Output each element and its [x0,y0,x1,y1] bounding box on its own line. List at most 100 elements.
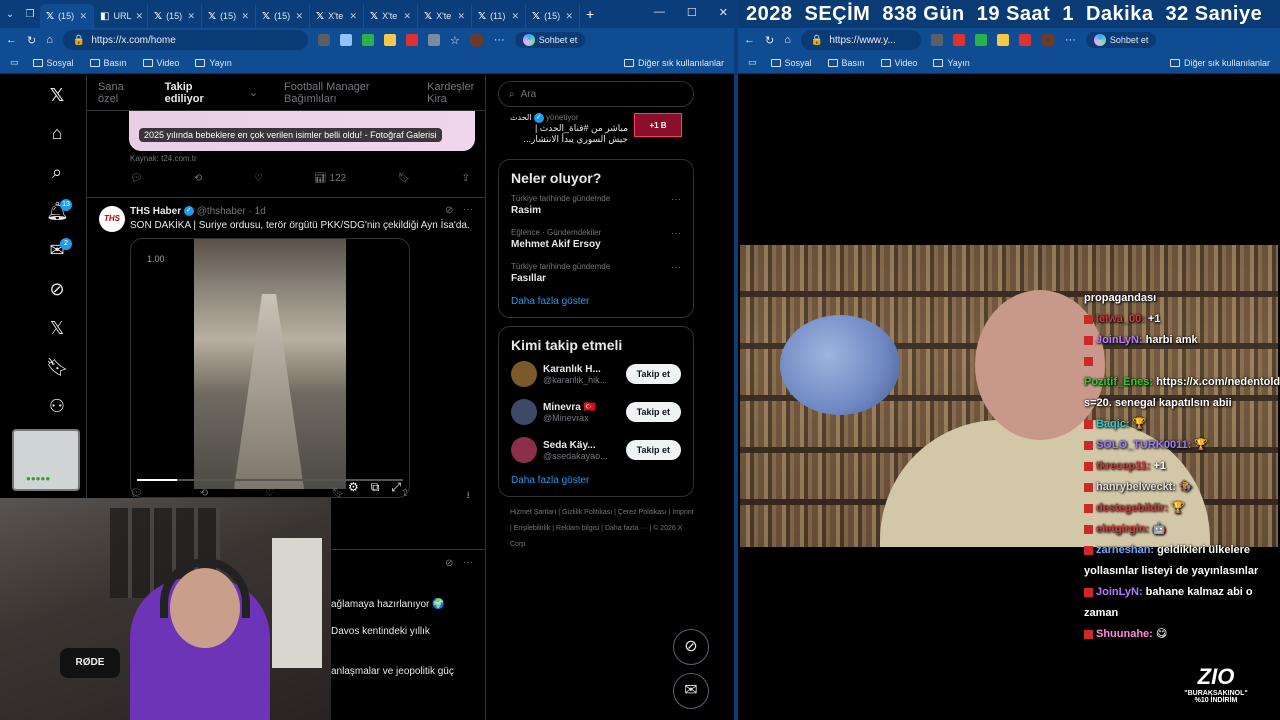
chat-username[interactable]: zarneshan: [1096,544,1154,556]
follow-button[interactable]: Takip et [625,440,681,460]
video-player[interactable]: 1.00 ⚙ ⧉ ⤢ [130,238,410,498]
other-favorites[interactable]: Diğer sık kullanılanlar [1169,58,1270,68]
avatar[interactable] [511,361,537,387]
favorites-icon[interactable]: ☆ [450,34,460,47]
legal-link[interactable]: Gizlilik Politikası [562,509,612,516]
close-tab-icon[interactable]: ✕ [187,11,195,22]
legal-link[interactable]: Hizmet Şartları [510,509,556,516]
favorite-folder[interactable]: Basın [89,58,127,68]
home-icon[interactable]: ⌂ [784,34,791,46]
author-handle[interactable]: @thshaber [197,206,246,217]
browser-tab[interactable]: 𝕏 (15) ✕ [202,4,256,28]
chat-username[interactable]: destegebildir: [1096,502,1168,514]
chat-username[interactable]: eletgirgin: [1096,523,1149,535]
home-icon[interactable]: ⌂ [46,34,53,46]
share-icon[interactable]: ⇪ [462,173,470,184]
chat-username[interactable]: Pozitif_Enes: [1084,376,1153,388]
chat-username[interactable]: Shuunahe: [1096,628,1153,640]
legal-link[interactable]: Imprint [672,509,693,516]
close-tab-icon[interactable]: ✕ [135,11,143,22]
account-name[interactable]: Minevra 🇹🇷 [543,402,596,413]
refresh-icon[interactable]: ↻ [27,34,36,47]
close-window-button[interactable]: ✕ [719,6,728,19]
favorite-folder[interactable]: Sosyal [770,58,812,68]
avatar[interactable] [511,399,537,425]
timeline-tab[interactable]: Football Manager Bağımlıları [284,81,401,105]
author-name[interactable]: THS Haber [130,206,181,217]
workspaces-icon[interactable]: ❐ [20,9,40,20]
extension-icon[interactable] [952,34,965,46]
minimize-button[interactable]: — [654,6,665,19]
browser-tab[interactable]: 𝕏 (11) ✕ [472,4,526,28]
like-icon[interactable]: ♡ [254,173,263,184]
favorite-folder[interactable]: Yayın [195,58,232,68]
favorite-folder[interactable]: Video [880,58,917,68]
floating-app-thumbnail[interactable]: ●●●●● [12,429,80,491]
browser-tab[interactable]: 𝕏 X'te ✕ [364,4,418,28]
browser-tab[interactable]: ◧ URL ✕ [94,4,148,28]
refresh-icon[interactable]: ↻ [765,34,774,47]
copilot-button[interactable]: Sohbet et [1085,32,1157,48]
close-tab-icon[interactable]: ✕ [403,11,411,22]
browser-tab[interactable]: 𝕏 X'te ✕ [310,4,364,28]
browser-tab[interactable]: 𝕏 (15) ✕ [148,4,202,28]
extension-icon[interactable] [317,34,330,46]
close-tab-icon[interactable]: ✕ [79,11,87,22]
browser-tab[interactable]: 𝕏 (15) ✕ [256,4,310,28]
copilot-button[interactable]: Sohbet et [514,32,586,48]
avatar[interactable]: THS [99,206,125,232]
browser-tab[interactable]: 𝕏 (15) ✕ [40,4,94,28]
profile-avatar[interactable] [469,33,484,47]
grok-icon[interactable]: ⊘ [46,278,68,300]
link-source[interactable]: Kaynak: t24.com.tr [130,154,197,163]
back-icon[interactable]: ← [6,34,17,46]
repost-icon[interactable]: ⟲ [194,173,202,184]
timeline-tab[interactable]: Kardeşler Kira [427,81,485,105]
extension-icon[interactable] [427,34,440,46]
chat-username[interactable]: JoinLyN: [1096,334,1143,346]
extension-icon[interactable] [361,34,374,46]
tweet[interactable]: THS THS Haber ✓ @thshaber · 1d ⊘ ··· SON… [87,197,485,527]
avatar[interactable] [511,437,537,463]
more-icon[interactable]: ··· [671,194,681,205]
back-icon[interactable]: ← [744,34,755,46]
new-tab-button[interactable]: + [586,6,594,22]
follow-suggestion[interactable]: Minevra 🇹🇷 @Minevrax Takip et [511,399,681,425]
chat-username[interactable]: SOLO_TURK0011: [1096,439,1191,451]
download-icon[interactable]: ⭳ [466,488,470,505]
reply-icon[interactable]: 💬︎ [130,173,143,184]
chat-username[interactable]: hanrybelweckt: [1096,481,1176,493]
trend-item[interactable]: Türkiye tarihinde gündemde Rasim ··· [511,194,681,216]
explore-search-icon[interactable]: ⌕ [46,161,68,183]
extension-icon[interactable] [996,34,1009,46]
favorite-folder[interactable]: Basın [827,58,865,68]
chevron-down-icon[interactable]: ⌄ [249,86,258,99]
chat-username[interactable]: leiwa_00: [1096,313,1145,325]
extension-icon[interactable] [339,34,352,46]
home-nav-icon[interactable]: ⌂ [46,122,68,144]
favorite-folder[interactable]: Yayın [933,58,970,68]
chat-username[interactable]: tkrecep11: [1096,460,1150,472]
tab-actions-icon[interactable]: ⌄ [0,9,20,20]
close-tab-icon[interactable]: ✕ [511,11,519,22]
more-icon[interactable]: ··· [671,262,681,273]
show-more-link[interactable]: Daha fazla göster [511,475,681,486]
account-name[interactable]: Karanlık H... [543,364,607,375]
favorites-toggle-icon[interactable]: ▭ [10,57,19,68]
url-field[interactable]: 🔒 https://x.com/home [62,30,308,50]
follow-suggestion[interactable]: Seda Käy... @ssedakayao... Takip et [511,437,681,463]
grok-post-icon[interactable]: ⊘ [445,558,453,569]
trend-item[interactable]: Türkiye tarihinde gündemde Fasıllar ··· [511,262,681,284]
legal-link[interactable]: Daha fazla ··· [605,525,647,532]
search-input[interactable]: ⌕ Ara [498,81,694,107]
extension-icon[interactable] [405,34,418,46]
x-logo-icon[interactable]: 𝕏 [46,84,68,106]
close-tab-icon[interactable]: ✕ [295,11,303,22]
close-tab-icon[interactable]: ✕ [457,11,465,22]
favorites-toggle-icon[interactable]: ▭ [748,57,757,68]
more-icon[interactable]: ··· [1065,34,1076,46]
messages-fab-icon[interactable]: ✉ [673,673,709,709]
chat-username[interactable]: Baqic: [1096,418,1130,430]
close-tab-icon[interactable]: ✕ [241,11,249,22]
extension-icon[interactable] [974,34,987,46]
